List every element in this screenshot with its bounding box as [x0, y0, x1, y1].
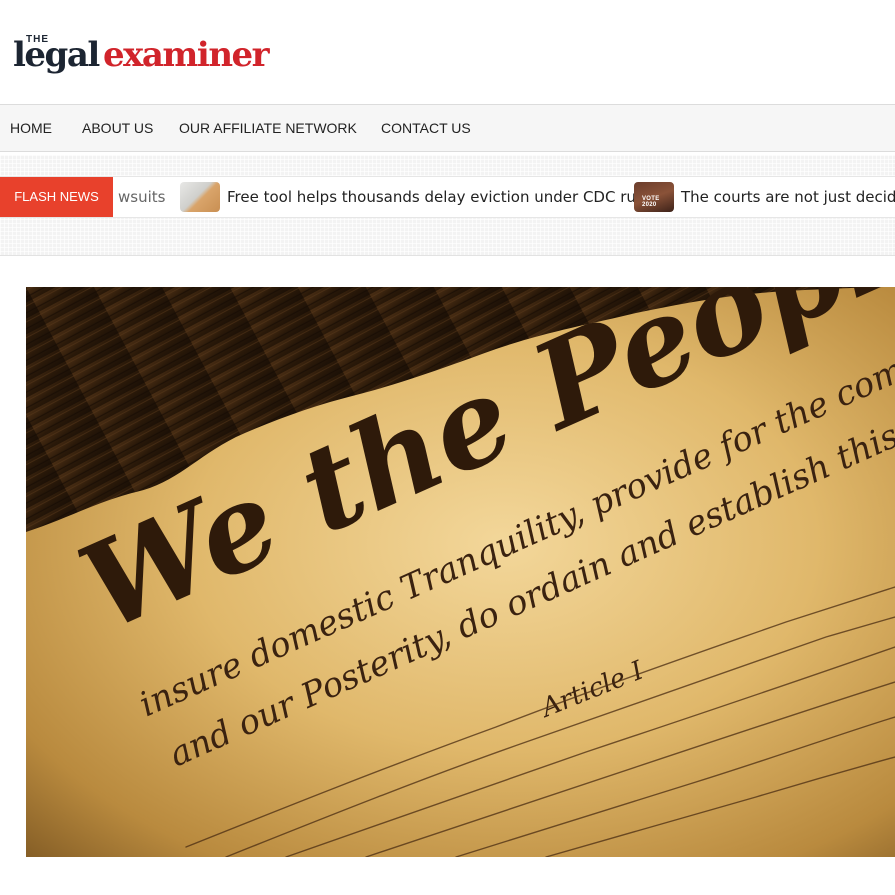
news-ticker: FLASH NEWS wsuits Free tool helps thousa…	[0, 176, 895, 218]
nav-item-about-us[interactable]: ABOUT US	[82, 105, 153, 151]
featured-image[interactable]: We the People insure domestic Tranquilit…	[26, 287, 895, 857]
ticker-thumbnail[interactable]	[180, 182, 220, 212]
nav-item-contact-us[interactable]: CONTACT US	[381, 105, 471, 151]
site-header: THE legal examiner	[0, 0, 895, 104]
news-ticker-band: FLASH NEWS wsuits Free tool helps thousa…	[0, 155, 895, 256]
ticker-item-text[interactable]: Free tool helps thousands delay eviction…	[227, 177, 657, 217]
flash-news-badge: FLASH NEWS	[0, 177, 113, 217]
thumbnail-caption: VOTE 2020	[642, 196, 660, 208]
ticker-item-text[interactable]: The courts are not just deciding	[681, 177, 895, 217]
ticker-thumbnail[interactable]: VOTE 2020	[634, 182, 674, 212]
nav-item-home[interactable]: HOME	[10, 105, 52, 151]
logo-examiner-text: examiner	[103, 35, 270, 75]
main-nav: HOME ABOUT US OUR AFFILIATE NETWORK CONT…	[0, 104, 895, 152]
ticker-item-text[interactable]: wsuits	[118, 177, 165, 217]
constitution-illustration: We the People insure domestic Tranquilit…	[26, 287, 895, 857]
nav-item-affiliate-network[interactable]: OUR AFFILIATE NETWORK	[179, 105, 357, 151]
logo-legal-text: legal	[13, 35, 100, 75]
